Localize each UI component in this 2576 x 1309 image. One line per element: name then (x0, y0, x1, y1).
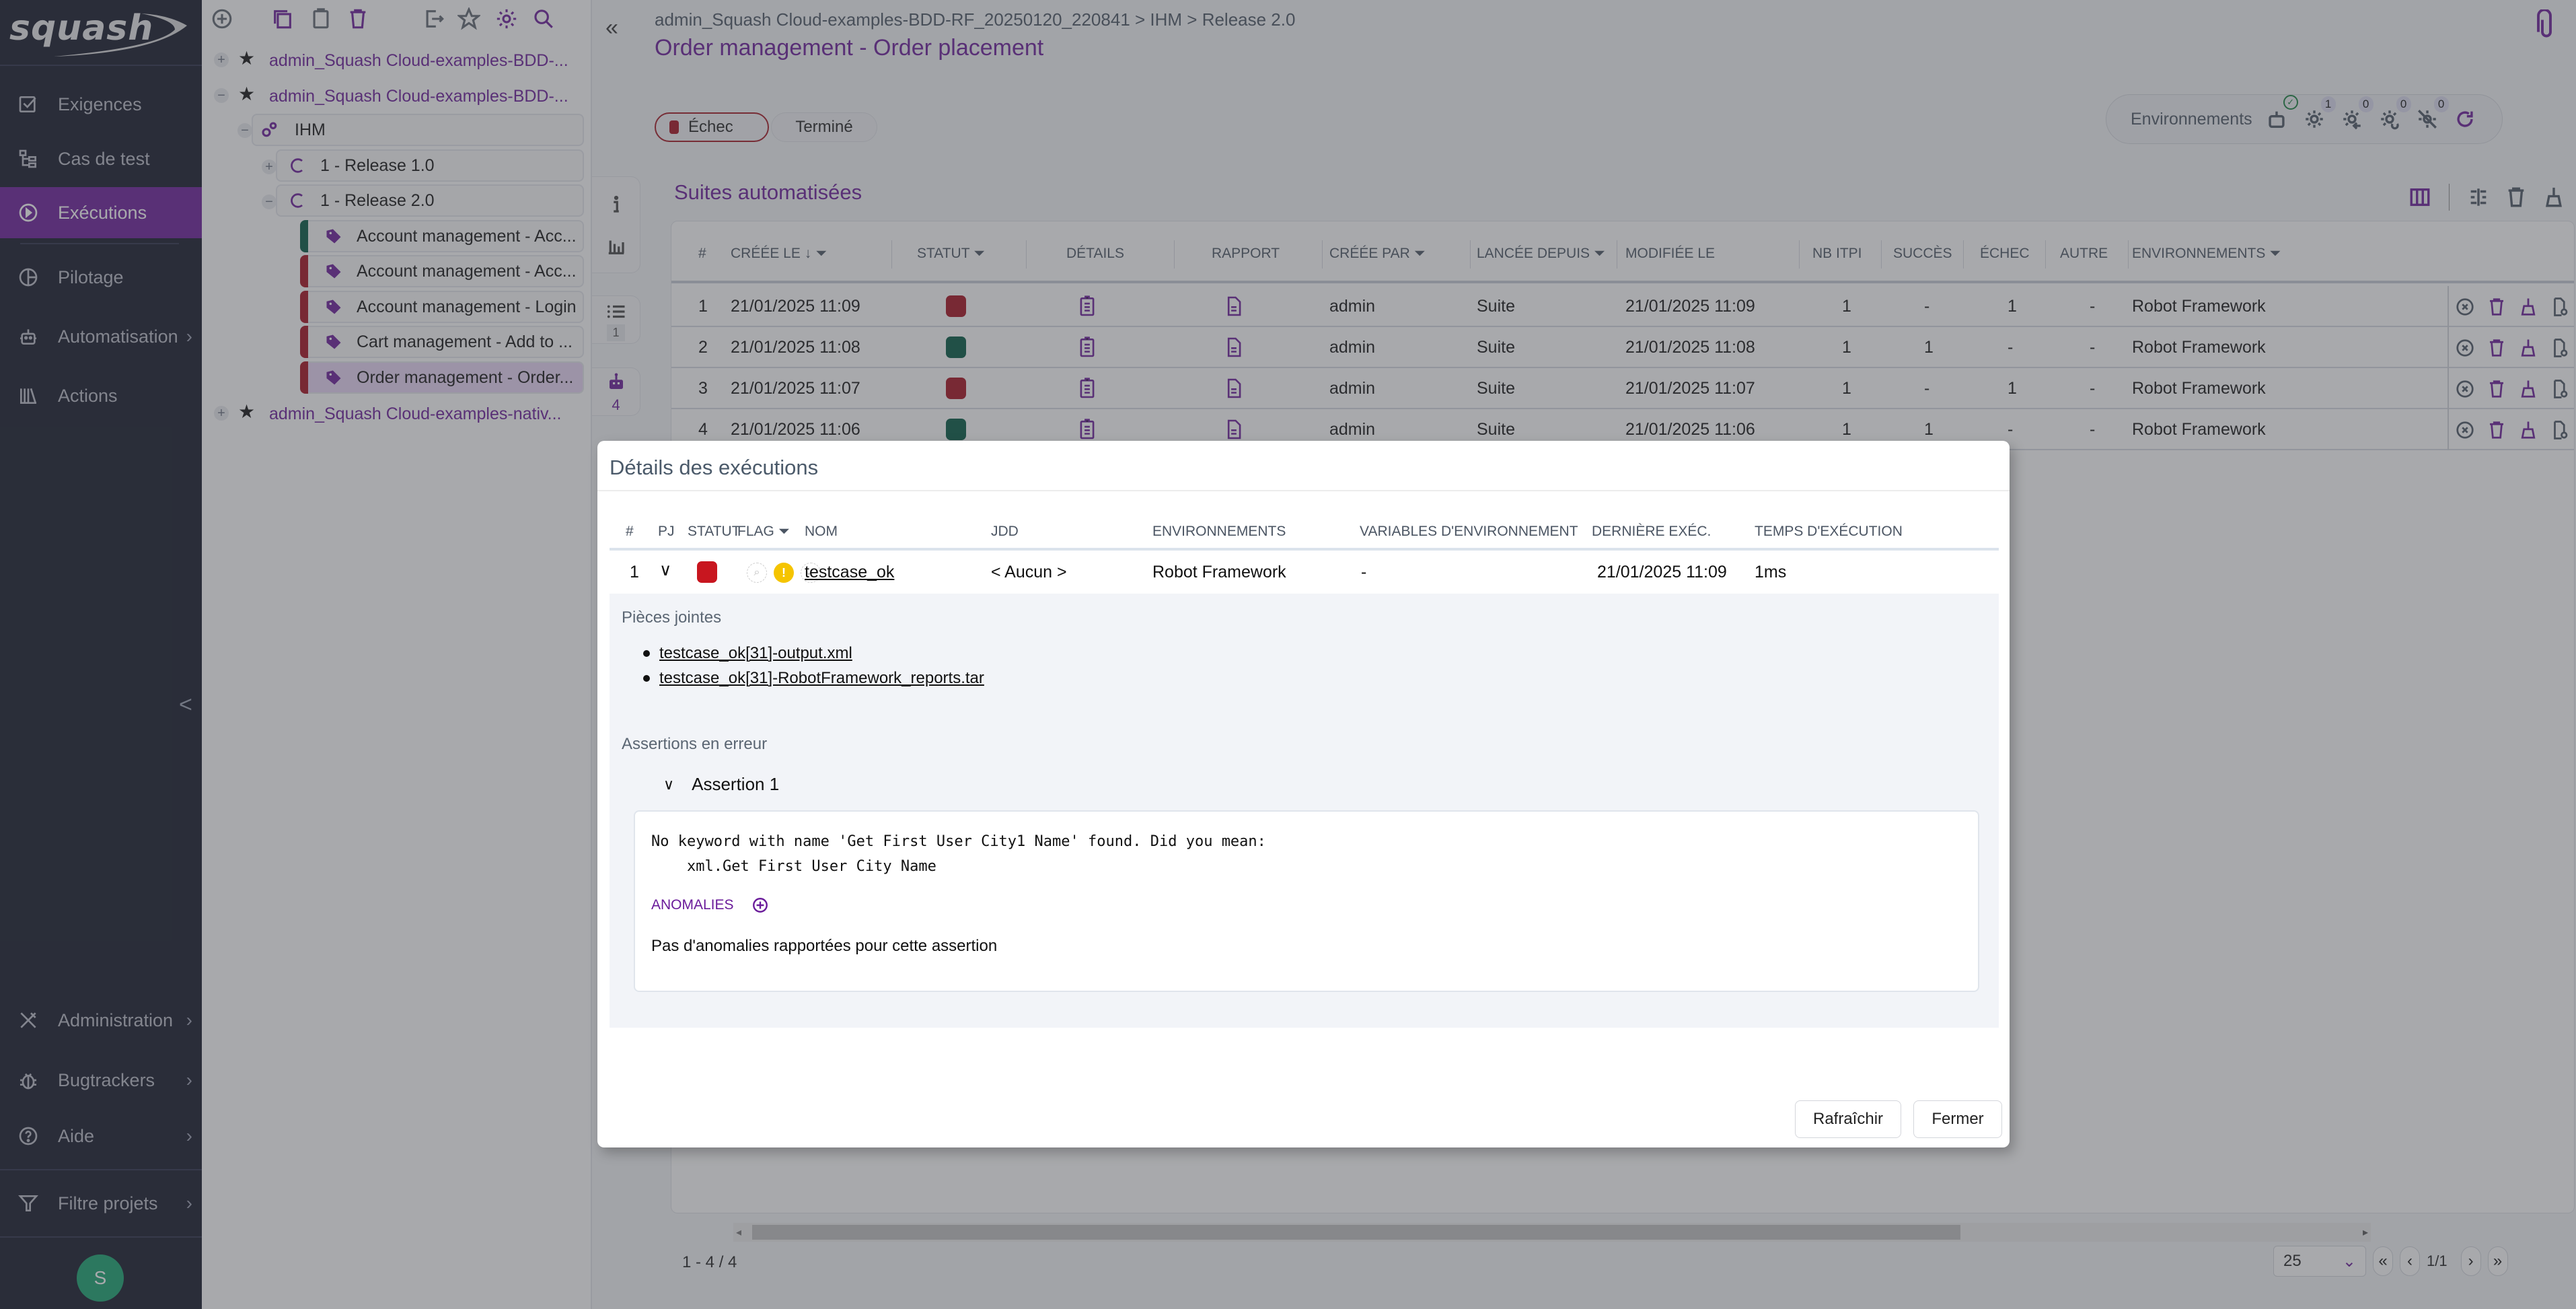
expand-row-chevron-icon[interactable]: ∨ (659, 560, 671, 580)
execution-details-pane: Pièces jointes testcase_ok[31]-output.xm… (610, 594, 1999, 1028)
chevron-down-icon: ∨ (663, 775, 675, 793)
attachment-item: testcase_ok[31]-RobotFramework_reports.t… (643, 666, 984, 691)
assertion-toggle[interactable]: ∨ Assertion 1 (663, 774, 779, 795)
attachments-list: testcase_ok[31]-output.xml testcase_ok[3… (643, 641, 984, 691)
dialog-title: Détails des exécutions (610, 456, 819, 479)
attachments-label: Pièces jointes (622, 608, 722, 627)
bullet (643, 649, 650, 657)
attachment-link[interactable]: testcase_ok[31]-RobotFramework_reports.t… (659, 669, 984, 688)
failed-assertions-label: Assertions en erreur (622, 735, 768, 753)
filter-icon[interactable]: ⏷ (778, 524, 790, 539)
close-button[interactable]: Fermer (1913, 1100, 2002, 1138)
assertion-message: No keyword with name 'Get First User Cit… (651, 833, 1266, 875)
flag-warning-icon[interactable]: ! (774, 563, 794, 583)
execution-row: 1 ∨ ⌕ ! ✓ testcase_ok < Aucun > Robot Fr… (630, 560, 1787, 583)
add-anomaly-icon[interactable] (751, 896, 769, 914)
refresh-button[interactable]: Rafraîchir (1795, 1100, 1901, 1138)
flag-to-investigate-icon[interactable]: ⌕ (747, 563, 767, 583)
attachment-link[interactable]: testcase_ok[31]-output.xml (659, 644, 852, 663)
anomalies-section: ANOMALIES (651, 896, 769, 914)
bullet (643, 674, 650, 682)
flag-header[interactable]: Flag ⏷ (737, 524, 790, 540)
no-anomalies-text: Pas d'anomalies rapportées pour cette as… (651, 937, 998, 955)
assertion-panel: No keyword with name 'Get First User Cit… (634, 810, 1979, 992)
execution-name-link[interactable]: testcase_ok (805, 563, 894, 582)
dialog-divider (597, 490, 2010, 491)
attachment-item: testcase_ok[31]-output.xml (643, 641, 984, 666)
status-fail-indicator (697, 561, 717, 583)
execution-details-dialog: Détails des exécutions # PJ Statut Flag … (597, 441, 2010, 1147)
